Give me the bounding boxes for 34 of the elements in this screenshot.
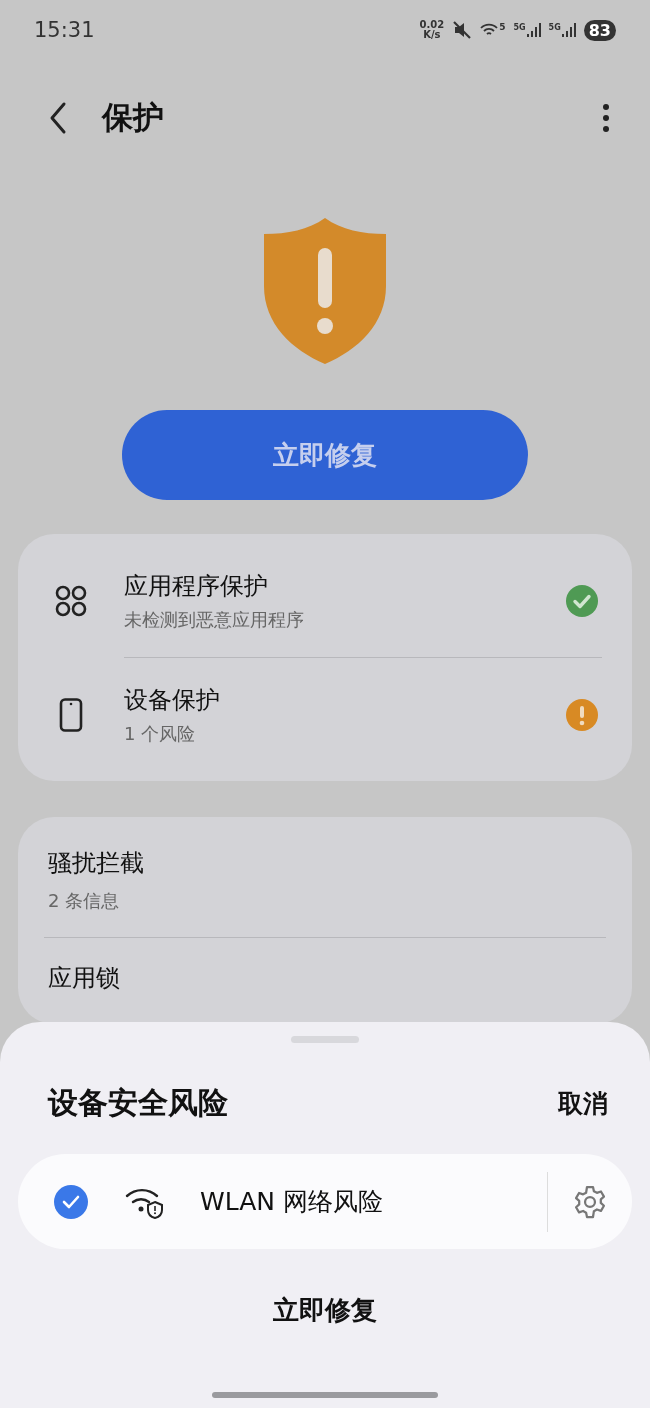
sheet-title: 设备安全风险 — [48, 1084, 228, 1122]
risk-item[interactable]: WLAN 网络风险 — [18, 1154, 632, 1249]
battery-level: 83 — [583, 19, 616, 41]
network-type: 5G — [548, 23, 561, 32]
wifi-standard-label: 5 — [499, 22, 506, 32]
item-subtitle: 未检测到恶意应用程序 — [124, 607, 305, 632]
shield-warning-icon — [262, 216, 388, 366]
item-subtitle: 1 个风险 — [124, 721, 197, 746]
check-icon — [62, 1194, 80, 1209]
speed-unit: K/s — [423, 30, 441, 40]
item-title: 应用程序保护 — [124, 570, 269, 602]
fix-now-button[interactable]: 立即修复 — [253, 1285, 397, 1336]
signal-icon — [526, 23, 541, 37]
item-title[interactable]: 应用锁 — [48, 962, 602, 994]
network-type: 5G — [513, 23, 526, 32]
cancel-button[interactable]: 取消 — [558, 1087, 608, 1120]
item-title: 设备保护 — [124, 684, 221, 716]
protection-item[interactable]: 应用程序保护 未检测到恶意应用程序 — [18, 544, 632, 657]
risk-label: WLAN 网络风险 — [200, 1186, 384, 1218]
protection-item[interactable]: 设备保护 1 个风险 — [18, 658, 632, 771]
item-title[interactable]: 骚扰拦截 — [48, 847, 602, 879]
mute-icon — [452, 20, 473, 40]
clock: 15:31 — [34, 18, 95, 42]
more-icon[interactable] — [602, 103, 610, 133]
checkbox[interactable] — [54, 1184, 88, 1219]
apps-icon — [54, 583, 88, 618]
speed-value: 0.02 — [419, 20, 445, 30]
page-title: 保护 — [102, 98, 165, 137]
wifi-icon — [480, 22, 499, 38]
signal-icon — [561, 23, 576, 37]
settings-icon[interactable] — [572, 1183, 608, 1220]
fix-now-button[interactable]: 立即修复 — [122, 410, 528, 500]
drag-handle[interactable] — [291, 1036, 359, 1043]
item-subtitle: 2 条信息 — [48, 889, 121, 913]
